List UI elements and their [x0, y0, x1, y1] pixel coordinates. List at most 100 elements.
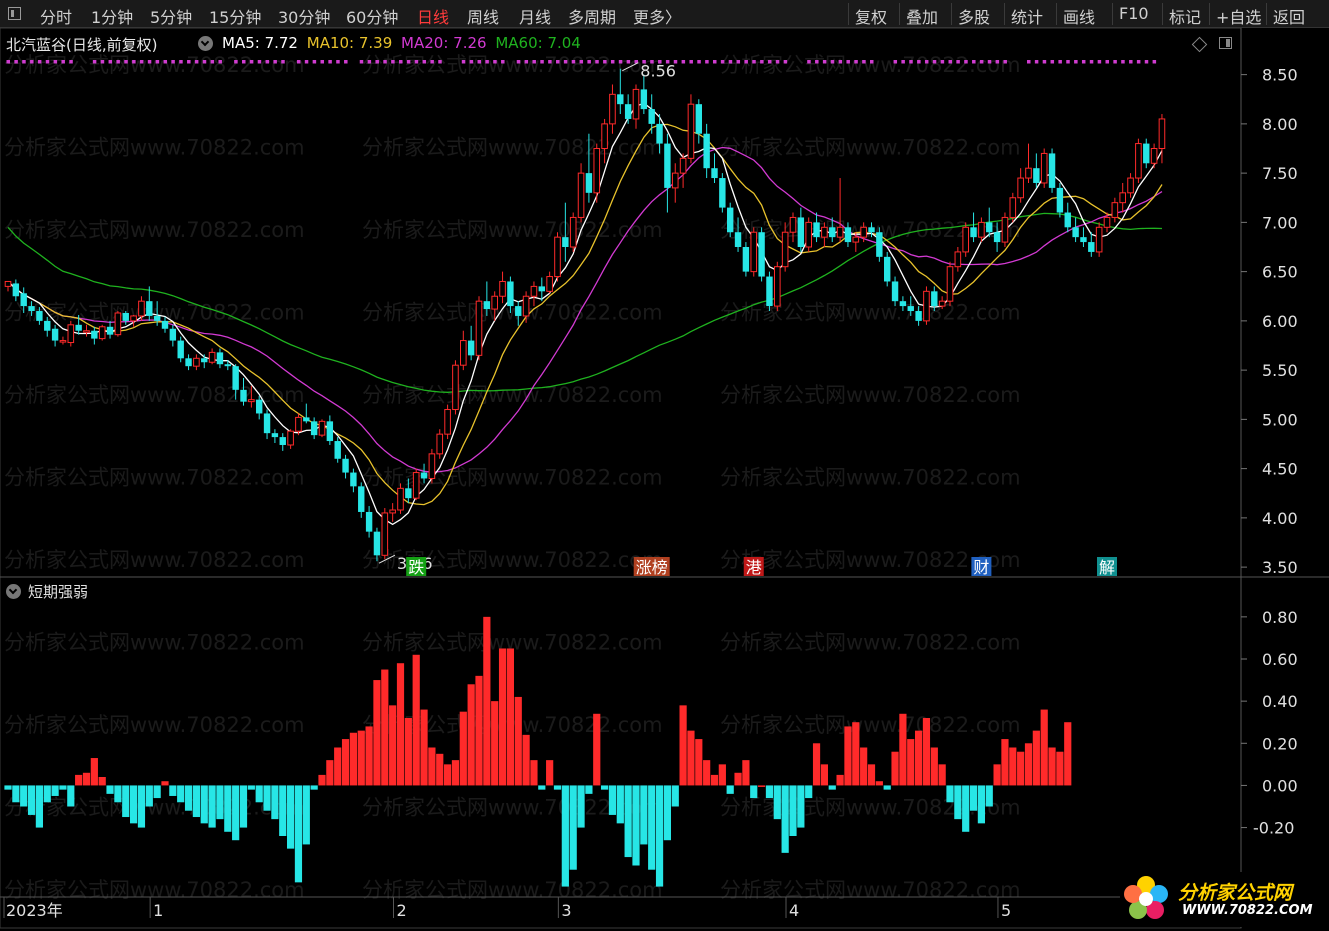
indicator-bar	[1032, 730, 1040, 786]
candle-body	[201, 358, 208, 363]
top-dot	[422, 60, 427, 64]
top-dot	[862, 60, 866, 64]
top-dot	[202, 60, 207, 64]
indicator-bar	[687, 730, 695, 786]
indicator-bar	[67, 785, 75, 807]
indicator-bar	[616, 785, 624, 824]
panel-icon[interactable]	[1219, 37, 1232, 49]
candle-body	[593, 147, 601, 194]
top-dot	[940, 60, 945, 64]
indicator-bar	[601, 785, 609, 790]
top-dot	[438, 60, 442, 64]
indicator-bar	[404, 718, 412, 786]
top-dot	[595, 60, 599, 64]
candle-body	[1135, 143, 1142, 179]
candle-body	[475, 300, 483, 356]
watermark-text: 分析家公式网www.70822.com	[362, 218, 663, 242]
indicator-bar	[4, 785, 12, 790]
top-dot	[932, 60, 937, 64]
candle-body	[83, 330, 90, 333]
indicator-bar	[726, 785, 734, 794]
top-dot	[328, 60, 332, 64]
top-dot	[194, 60, 199, 64]
candle-body	[1158, 118, 1166, 149]
top-dot	[61, 60, 65, 64]
candle-body	[624, 104, 632, 119]
candle-body	[789, 216, 797, 233]
top-dot	[1105, 60, 1109, 64]
watermark-text: 分析家公式网www.70822.com	[362, 53, 663, 77]
candle-body	[617, 94, 624, 105]
indicator-bar	[1048, 747, 1056, 786]
indicator-bar	[648, 785, 656, 870]
candle-body	[852, 236, 860, 243]
indicator-bar	[1040, 709, 1048, 786]
candle-body	[1033, 168, 1040, 183]
time-tick-label: 1	[153, 901, 163, 920]
top-dot	[116, 60, 120, 64]
top-dot	[367, 60, 372, 64]
candle-body	[420, 472, 428, 479]
ma60-legend: MA60: 7.04	[495, 34, 581, 52]
top-dot	[375, 60, 379, 64]
indicator-bar	[954, 785, 962, 820]
indicator-bar	[969, 785, 978, 811]
indicator-bar	[208, 785, 216, 828]
indicator-bar	[224, 785, 232, 832]
indicator-bar	[514, 696, 522, 786]
top-dot	[548, 60, 552, 64]
indicator-bar	[1009, 747, 1017, 786]
top-dot	[281, 60, 285, 64]
indicator-tick-label: 0.80	[1262, 608, 1298, 627]
candle-body	[318, 420, 326, 436]
indicator-bar	[177, 785, 185, 803]
candle-body	[98, 326, 106, 340]
indicator-bar	[1064, 722, 1072, 786]
candle-body	[734, 232, 742, 247]
top-dot	[1121, 60, 1125, 64]
indicator-bar	[341, 739, 350, 786]
chevron-down-icon[interactable]	[198, 36, 213, 51]
candle-body	[310, 421, 318, 436]
top-dot	[618, 60, 623, 64]
top-dot	[92, 60, 97, 64]
candle-body	[507, 281, 514, 307]
stock-name: 北汽蓝谷(日线,前复权)	[6, 36, 158, 54]
top-dot	[893, 60, 898, 64]
indicator-bar	[930, 747, 938, 786]
time-tick-label: 3	[561, 901, 571, 920]
top-dot	[242, 60, 246, 64]
candle-body	[1064, 212, 1071, 228]
top-dot	[430, 60, 434, 64]
top-dot	[249, 60, 254, 64]
candle-body	[256, 399, 263, 414]
chevron-down-icon[interactable]	[6, 584, 21, 599]
candle-body	[232, 366, 239, 390]
candle-body	[781, 231, 789, 268]
indicator-bar	[915, 730, 923, 786]
candle-body	[193, 357, 200, 367]
indicator-bar	[805, 785, 813, 799]
time-tick-label: 2	[397, 901, 407, 920]
top-dot	[477, 60, 481, 64]
main-legend: 北汽蓝谷(日线,前复权)	[6, 34, 157, 55]
ma20-legend: MA20: 7.26	[401, 34, 487, 52]
top-dot	[391, 60, 395, 64]
top-dot	[22, 60, 26, 64]
candle-body	[295, 416, 302, 432]
indicator-bar	[883, 785, 891, 790]
top-dot	[147, 60, 152, 64]
indicator-bar	[98, 777, 106, 786]
top-dot	[524, 60, 529, 64]
indicator-bar	[640, 785, 648, 845]
price-tick-label: 7.50	[1262, 164, 1298, 183]
ma5-legend: MA5: 7.72	[222, 34, 298, 52]
top-dot	[100, 60, 105, 64]
candle-body	[365, 511, 373, 532]
indicator-bar	[522, 734, 530, 786]
indicator-bar	[671, 785, 679, 807]
top-dot	[744, 60, 748, 64]
watermark-text: 分析家公式网www.70822.com	[362, 466, 663, 490]
candle-body	[954, 251, 962, 268]
price-tick-label: 6.50	[1262, 263, 1298, 282]
